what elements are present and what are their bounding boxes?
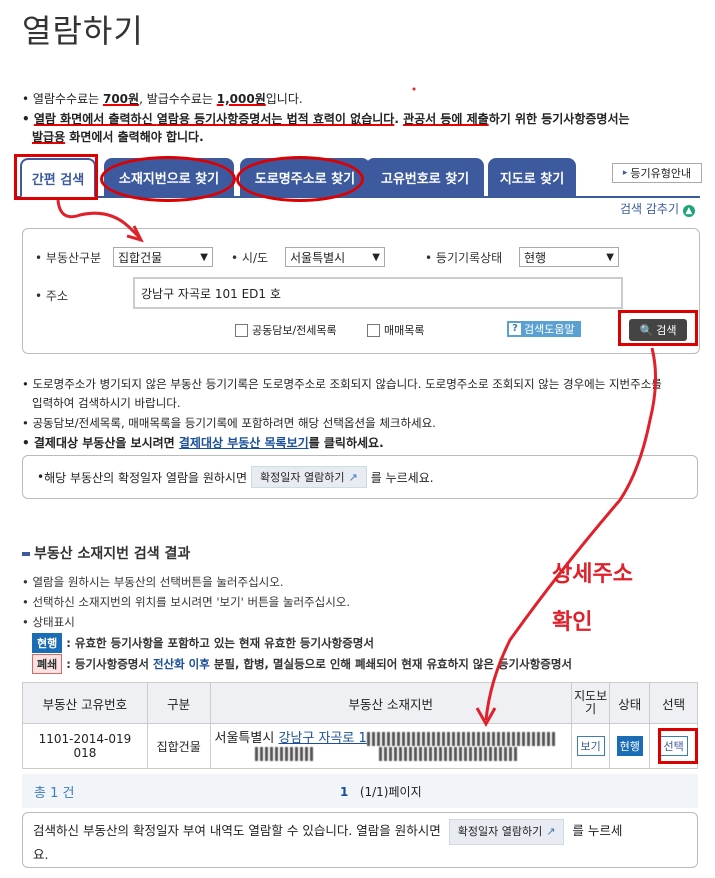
annotation-label-1: 상세주소 [552, 562, 633, 587]
annotation-label-2: 확인 [552, 610, 593, 635]
annotation-arrow-1 [56, 199, 142, 240]
annotation-arrow-2 [484, 347, 658, 721]
annotation-arrows [56, 87, 658, 728]
annotation-dot [412, 87, 416, 91]
